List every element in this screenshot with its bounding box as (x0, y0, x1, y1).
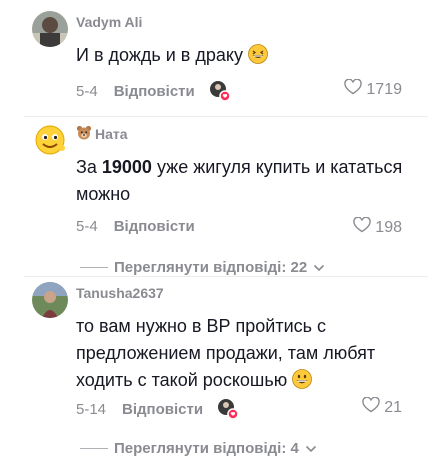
like-button[interactable]: 198 (353, 216, 402, 238)
chevron-down-icon (313, 259, 325, 276)
comment-author[interactable]: Tanusha2637 (76, 285, 164, 301)
comment-date: 5-14 (76, 400, 107, 418)
reply-button[interactable]: Відповісти (122, 401, 203, 418)
avatar[interactable] (32, 11, 68, 47)
author-name[interactable]: Vadym Ali (76, 14, 142, 30)
comment-text-content: И в дождь и в драку (76, 45, 243, 65)
creator-liked-badge (217, 398, 239, 420)
like-count: 1719 (366, 80, 402, 98)
grin-emoji-icon (292, 369, 313, 397)
author-name[interactable]: Ната (95, 126, 128, 142)
view-replies-button[interactable]: Переглянути відповіді: 4 (80, 440, 317, 457)
avatar[interactable] (32, 282, 68, 318)
comment-text-bold: 19000 (101, 157, 152, 177)
heart-outline-icon (362, 396, 380, 418)
bear-emoji-icon (76, 125, 92, 143)
like-count: 198 (375, 218, 402, 236)
heart-outline-icon (353, 216, 371, 238)
author-name[interactable]: Tanusha2637 (76, 285, 164, 301)
comment-date: 5-4 (76, 82, 98, 100)
divider (24, 276, 428, 277)
reply-button[interactable]: Відповісти (114, 83, 195, 100)
comment-text-content: то вам нужно в ВР пройтись с предложение… (76, 316, 376, 390)
comment-text: За 19000 уже жигуля купить и кататься мо… (76, 154, 406, 208)
like-count: 21 (384, 398, 402, 416)
replies-line (80, 448, 108, 449)
replies-line (80, 267, 108, 268)
comment-text-before: За (76, 157, 102, 177)
view-replies-label[interactable]: Переглянути відповіді: 4 (114, 440, 299, 457)
grin-emoji-icon (248, 44, 268, 72)
comment-date: 5-4 (76, 218, 98, 235)
comment-text: то вам нужно в ВР пройтись с предложение… (76, 313, 406, 397)
divider (24, 116, 428, 117)
comment-meta: 5-4 Відповісти (76, 80, 231, 102)
heart-outline-icon (344, 78, 363, 100)
comment-author[interactable]: Ната (76, 125, 128, 143)
comment-meta: 5-14 Відповісти (76, 398, 239, 420)
like-button[interactable]: 21 (362, 396, 402, 418)
view-replies-label[interactable]: Переглянути відповіді: 22 (114, 259, 307, 276)
comment-meta: 5-4 Відповісти (76, 218, 209, 235)
like-button[interactable]: 1719 (344, 78, 402, 100)
comment-author[interactable]: Vadym Ali (76, 14, 142, 30)
chevron-down-icon (305, 440, 317, 457)
avatar[interactable] (32, 122, 68, 158)
view-replies-button[interactable]: Переглянути відповіді: 22 (80, 259, 325, 276)
comment-text: И в дождь и в драку (76, 42, 406, 72)
creator-liked-badge (209, 80, 231, 102)
reply-button[interactable]: Відповісти (114, 218, 195, 235)
